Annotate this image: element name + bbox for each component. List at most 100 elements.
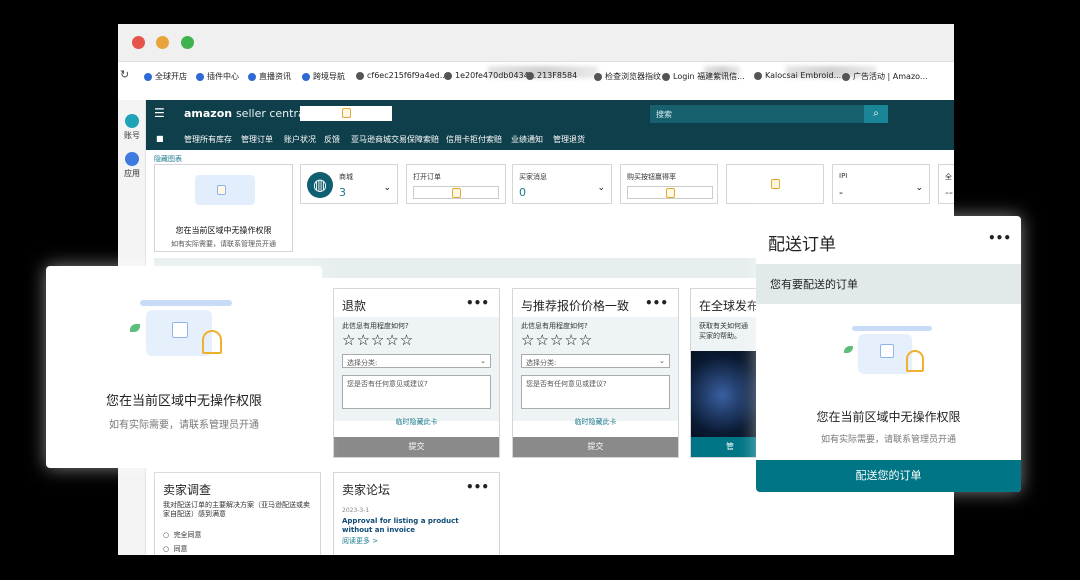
survey-option[interactable]: ○ 同意 [163, 544, 188, 554]
metric-card-partial[interactable]: 全 -- [938, 164, 954, 204]
bookmark-label: 广告活动 | Amazo... [853, 72, 928, 81]
metric-label: 全 [945, 173, 952, 181]
subnav-item[interactable]: 管理退货 [553, 134, 585, 145]
bookmark-item[interactable]: 1e20fe470db0434... [444, 71, 536, 80]
bookmark-item[interactable]: Kalocsai Embroid... [754, 71, 841, 80]
subnav-item[interactable]: 业绩通知 [511, 134, 543, 145]
subnav-item[interactable]: 反馈 [324, 134, 340, 145]
ship-orders-button[interactable]: 配送您的订单 [756, 460, 1021, 492]
metric-card-ipi[interactable]: IPI - ⌄ [832, 164, 930, 204]
permission-hint: 如有实际需要，请联系管理员开通 [109, 420, 259, 431]
menu-icon[interactable]: ☰ [154, 106, 165, 120]
bookmarks-bar: ↻ 全球开店 插件中心 直播资讯 跨境导航 cf6ec215f6f9a4ed..… [118, 62, 954, 90]
search-input[interactable]: 搜索 [650, 105, 864, 123]
title-bar [118, 24, 954, 62]
leaf-icon [844, 346, 853, 353]
comment-textarea[interactable]: 您是否有任何意见或建议? [521, 375, 670, 409]
hide-charts-link[interactable]: 隐藏图表 [154, 154, 182, 164]
hide-card-link[interactable]: 临时隐藏此卡 [513, 417, 678, 427]
link-icon [594, 72, 602, 81]
metric-card-buyer-messages[interactable]: 买家消息 0 ⌄ [512, 164, 612, 204]
bookmark-label: 检查浏览器指纹 [605, 72, 661, 81]
more-options-icon[interactable]: ••• [466, 296, 489, 310]
more-options-icon[interactable]: ••• [466, 480, 489, 494]
globe-icon [144, 72, 152, 81]
survey-option[interactable]: ○ 完全同意 [163, 530, 202, 540]
bookmark-item[interactable]: 直播资讯 [248, 71, 291, 82]
bookmark-item[interactable]: Login 福建紫讯信... [662, 71, 745, 82]
link-icon [842, 72, 850, 81]
bookmark-item[interactable]: 广告活动 | Amazo... [842, 71, 928, 82]
chevron-down-icon: ⌄ [383, 183, 391, 193]
bookmark-item[interactable]: 213F8584 [526, 71, 577, 80]
bookmark-item[interactable]: 检查浏览器指纹 [594, 71, 661, 82]
category-select[interactable]: 选择分类: ⌄ [521, 354, 670, 368]
rail-account-label: 账号 [124, 131, 140, 140]
link-icon [444, 71, 452, 80]
refresh-icon[interactable]: ↻ [120, 68, 129, 81]
no-permission-callout: 您在当前区域中无操作权限 如有实际需要，请联系管理员开通 [46, 266, 322, 468]
seller-survey-widget: 卖家调查 我对配送订单的主要解决方案（亚马逊配送或卖家自配送）感到满意 ○ 完全… [154, 472, 321, 555]
subnav-item[interactable]: 信用卡拒付索赔 [446, 134, 502, 145]
subnav-item[interactable]: 管理订单 [241, 134, 273, 145]
maximize-window-button[interactable] [181, 36, 194, 49]
read-more-link[interactable]: 阅读更多 > [342, 536, 378, 546]
search-button[interactable]: ⌕ [864, 105, 888, 123]
subnav-item[interactable]: 亚马逊商城交易保障索赔 [351, 134, 439, 145]
bookmark-item[interactable]: 跨境导航 [302, 71, 345, 82]
bookmark-label: 全球开店 [155, 72, 187, 81]
forum-post-link[interactable]: Approval for listing a product without a… [342, 517, 491, 535]
hide-card-link[interactable]: 临时隐藏此卡 [334, 417, 499, 427]
metric-card-buybox[interactable]: 购买按钮赢得率 [620, 164, 718, 204]
chevron-down-icon: ⌄ [659, 357, 665, 365]
masked-value [627, 186, 713, 199]
metric-label: IPI [839, 172, 848, 180]
lock-icon [666, 188, 675, 198]
minimize-window-button[interactable] [156, 36, 169, 49]
star-rating[interactable]: ☆☆☆☆☆ [342, 331, 414, 349]
more-options-icon[interactable]: ••• [645, 296, 668, 310]
link-icon [662, 72, 670, 81]
subnav-item[interactable]: 账户状况 [284, 134, 316, 145]
permission-card: 您在当前区域中无操作权限 如有实际需要，请联系管理员开通 [154, 164, 293, 252]
more-options-icon[interactable]: ••• [988, 231, 1011, 245]
bookmark-item[interactable]: 全球开店 [144, 71, 187, 82]
brand-sub: seller central [235, 107, 308, 120]
top-navbar: ☰ amazon seller central 搜索 ⌕ [146, 100, 954, 128]
permission-hint: 如有实际需要，请联系管理员开通 [171, 240, 276, 248]
subnav-item[interactable]: 管理所有库存 [184, 134, 232, 145]
survey-option-label: 同意 [173, 545, 188, 553]
widget-title: 与推荐报价价格一致 [521, 299, 630, 313]
metric-value: 3 [339, 186, 346, 199]
permission-title: 您在当前区域中无操作权限 [175, 226, 272, 235]
bookmark-label: cf6ec215f6f9a4ed... [367, 71, 448, 80]
account-icon [125, 114, 139, 128]
metric-card-marketplaces[interactable]: ◍ 商城 3 ⌄ [300, 164, 398, 204]
close-window-button[interactable] [132, 36, 145, 49]
metric-card-open-orders[interactable]: 打开订单 [406, 164, 506, 204]
metric-card-locked[interactable] [726, 164, 824, 204]
bookmark-label: Kalocsai Embroid... [765, 71, 842, 80]
rail-account[interactable]: 账号 [122, 114, 142, 141]
submit-button[interactable]: 提交 [334, 437, 499, 457]
seller-central-logo[interactable]: amazon seller central [184, 107, 308, 120]
comment-textarea[interactable]: 您是否有任何意见或建议? [342, 375, 491, 409]
metric-value: 0 [519, 186, 526, 199]
panel-title: 配送订单 [768, 235, 836, 255]
bookmark-item[interactable]: cf6ec215f6f9a4ed... [356, 71, 447, 80]
marketplace-selector[interactable] [300, 106, 392, 121]
link-icon [356, 71, 364, 80]
bookmark-icon[interactable]: ■ [156, 134, 164, 143]
permission-hint: 如有实际需要，请联系管理员开通 [820, 435, 956, 445]
bookmark-label: 跨境导航 [313, 72, 345, 81]
survey-question: 我对配送订单的主要解决方案（亚马逊配送或卖家自配送）感到满意 [163, 501, 310, 518]
star-rating[interactable]: ☆☆☆☆☆ [521, 331, 593, 349]
submit-button[interactable]: 提交 [513, 437, 678, 457]
bookmark-item[interactable]: 插件中心 [196, 71, 239, 82]
category-select[interactable]: 选择分类: ⌄ [342, 354, 491, 368]
search-placeholder: 搜索 [656, 110, 672, 119]
rail-apps[interactable]: 应用 [122, 152, 142, 179]
leaf-icon [130, 324, 140, 332]
category-select-label: 选择分类: [347, 359, 378, 367]
category-select-label: 选择分类: [526, 359, 557, 367]
